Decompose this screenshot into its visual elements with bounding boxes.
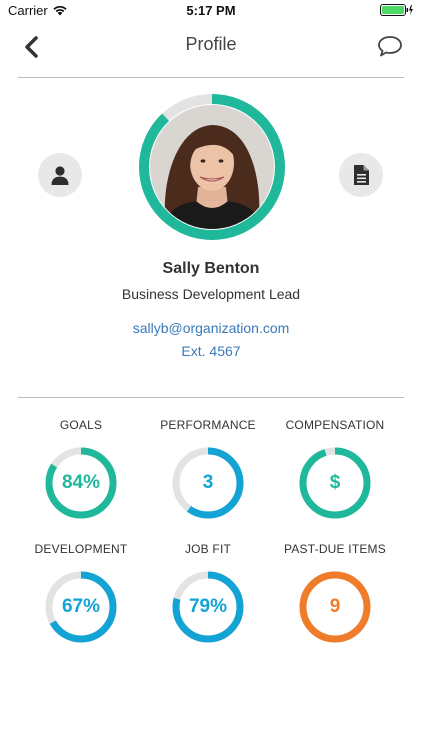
metric-compensation[interactable]: COMPENSATION $ xyxy=(265,416,405,520)
metric-ring: 79% xyxy=(171,570,245,644)
metric-label: JOB FIT xyxy=(184,542,232,556)
status-time: 5:17 PM xyxy=(186,3,236,18)
contact-button[interactable] xyxy=(38,153,82,197)
person-icon xyxy=(51,166,69,185)
avatar xyxy=(150,105,274,229)
metric-label: COMPENSATION xyxy=(285,418,385,432)
profile-name: Sally Benton xyxy=(162,260,260,277)
metric-ring: $ xyxy=(298,446,372,520)
email-link[interactable]: sallyb@organization.com xyxy=(0,320,422,336)
chat-button[interactable] xyxy=(376,32,404,60)
metric-performance[interactable]: PERFORMANCE 3 xyxy=(138,416,278,520)
profile-role: Business Development Lead xyxy=(121,286,301,302)
metric-label: GOALS xyxy=(59,418,103,432)
metric-job-fit[interactable]: JOB FIT 79% xyxy=(138,540,278,644)
metric-past-due-items[interactable]: PAST-DUE ITEMS 9 xyxy=(265,540,405,644)
navigation-bar: Profile xyxy=(0,24,422,68)
metric-label: PERFORMANCE xyxy=(160,418,256,432)
metric-value: 9 xyxy=(329,596,341,617)
metric-development[interactable]: DEVELOPMENT 67% xyxy=(11,540,151,644)
header-divider xyxy=(18,77,404,78)
document-button[interactable] xyxy=(339,153,383,197)
metric-label: PAST-DUE ITEMS xyxy=(284,542,386,556)
profile-divider xyxy=(18,397,404,398)
metric-label: DEVELOPMENT xyxy=(34,542,128,556)
metric-ring: 67% xyxy=(44,570,118,644)
battery-icon xyxy=(380,4,413,16)
metric-goals[interactable]: GOALS 84% xyxy=(11,416,151,520)
metric-value: 84% xyxy=(61,472,101,493)
metric-value: $ xyxy=(329,472,341,493)
metric-ring: 9 xyxy=(298,570,372,644)
page-title: Profile xyxy=(185,34,237,54)
metric-value: 79% xyxy=(188,596,228,617)
metric-ring: 84% xyxy=(44,446,118,520)
status-bar: Carrier 5:17 PM xyxy=(0,0,422,22)
document-icon xyxy=(354,165,369,185)
metric-value: 3 xyxy=(202,472,214,493)
metric-ring: 3 xyxy=(171,446,245,520)
profile-photo-ring xyxy=(137,92,287,242)
profile-photo xyxy=(150,105,274,229)
extension-link[interactable]: Ext. 4567 xyxy=(0,343,422,359)
metric-value: 67% xyxy=(61,596,101,617)
chat-bubble-icon xyxy=(378,36,402,57)
